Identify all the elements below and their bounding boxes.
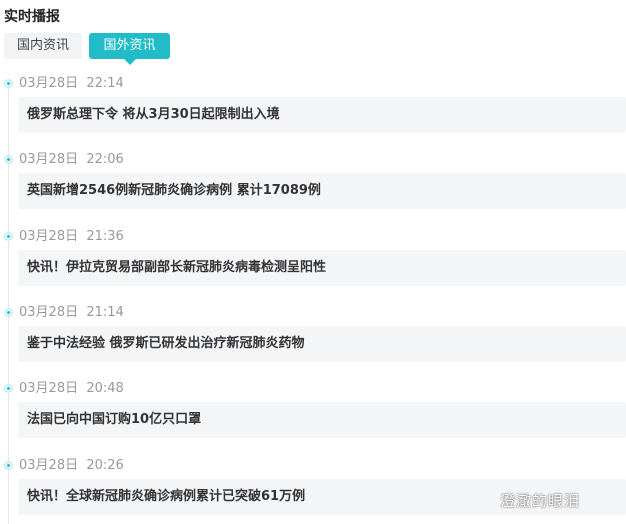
news-headline[interactable]: 快讯！伊拉克贸易部副部长新冠肺炎病毒检测呈阳性 <box>18 250 626 286</box>
timeline-dot-icon <box>4 155 13 164</box>
timeline-dot-icon <box>4 384 13 393</box>
watermark: 澄澈的眼泪 <box>500 492 581 510</box>
news-time: 03月28日 22:06 <box>19 152 124 167</box>
timeline-dot-icon <box>4 79 13 88</box>
timeline-line <box>8 88 9 524</box>
page-title: 实时播报 <box>4 9 60 25</box>
news-time: 03月28日 22:14 <box>19 76 124 91</box>
tab-international-news[interactable]: 国外资讯 <box>89 33 170 65</box>
news-headline[interactable]: 俄罗斯总理下令 将从3月30日起限制出入境 <box>18 97 626 133</box>
tab-label: 国外资讯 <box>103 38 156 53</box>
timeline-dot-icon <box>4 308 13 317</box>
news-headline[interactable]: 法国已向中国订购10亿只口罩 <box>18 402 626 438</box>
news-time: 03月28日 20:48 <box>19 381 124 396</box>
timeline-dot-icon <box>4 461 13 470</box>
news-headline[interactable]: 英国新增2546例新冠肺炎确诊病例 累计17089例 <box>18 173 626 209</box>
news-time: 03月28日 21:14 <box>19 305 124 320</box>
news-time: 03月28日 20:26 <box>19 458 124 473</box>
news-headline[interactable]: 鉴于中法经验 俄罗斯已研发出治疗新冠肺炎药物 <box>18 326 626 362</box>
tab-domestic-news[interactable]: 国内资讯 <box>4 33 82 59</box>
news-time: 03月28日 21:36 <box>19 229 124 244</box>
timeline-dot-icon <box>4 232 13 241</box>
active-tab-caret-icon <box>123 59 136 65</box>
